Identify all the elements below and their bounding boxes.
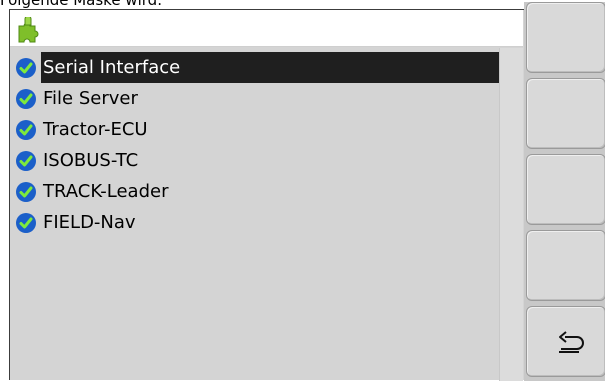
list-item-label: TRACK-Leader bbox=[43, 180, 169, 202]
list-item-serial-interface[interactable]: Serial Interface bbox=[10, 52, 500, 83]
list-item-label: ISOBUS-TC bbox=[43, 149, 139, 171]
softkey-2[interactable] bbox=[526, 78, 605, 149]
softkey-back[interactable] bbox=[526, 306, 605, 377]
list-item-field-nav[interactable]: FIELD-Nav bbox=[10, 207, 500, 238]
check-circle-icon bbox=[16, 57, 36, 78]
list-item-isobus-tc[interactable]: ISOBUS-TC bbox=[10, 145, 500, 176]
list-item-label-wrap: FIELD-Nav bbox=[41, 207, 500, 238]
list-item-track-leader[interactable]: TRACK-Leader bbox=[10, 176, 500, 207]
list-item-label-wrap: Tractor-ECU bbox=[41, 114, 500, 145]
list-item-file-server[interactable]: File Server bbox=[10, 83, 500, 114]
list-item-tractor-ecu[interactable]: Tractor-ECU bbox=[10, 114, 500, 145]
caption-text: Folgende Maske wird: bbox=[0, 0, 163, 9]
list-item-label-wrap: File Server bbox=[41, 83, 500, 114]
softkey-4[interactable] bbox=[526, 230, 605, 301]
list-item-label: File Server bbox=[43, 87, 138, 109]
list-item-label: Serial Interface bbox=[43, 56, 181, 78]
list-scrollbar[interactable] bbox=[499, 48, 523, 381]
list-item-label-wrap: TRACK-Leader bbox=[41, 176, 500, 207]
list-item-label: FIELD-Nav bbox=[43, 211, 136, 233]
check-circle-icon bbox=[16, 181, 36, 202]
check-circle-icon bbox=[16, 88, 36, 109]
plugin-list: Serial Interface File Server Tractor-ECU bbox=[10, 52, 500, 238]
puzzle-piece-icon bbox=[18, 17, 39, 43]
softkey-bar bbox=[524, 2, 605, 381]
list-item-label-wrap: ISOBUS-TC bbox=[41, 145, 500, 176]
list-item-label: Tractor-ECU bbox=[43, 118, 148, 140]
softkey-3[interactable] bbox=[526, 154, 605, 225]
terminal-screen: Serial Interface File Server Tractor-ECU bbox=[9, 2, 605, 381]
check-circle-icon bbox=[16, 212, 36, 233]
check-circle-icon bbox=[16, 119, 36, 140]
return-arrow-icon bbox=[559, 331, 584, 353]
check-circle-icon bbox=[16, 150, 36, 171]
list-item-label-wrap: Serial Interface bbox=[41, 52, 500, 83]
softkey-1[interactable] bbox=[526, 2, 605, 73]
header-bar bbox=[10, 10, 523, 47]
